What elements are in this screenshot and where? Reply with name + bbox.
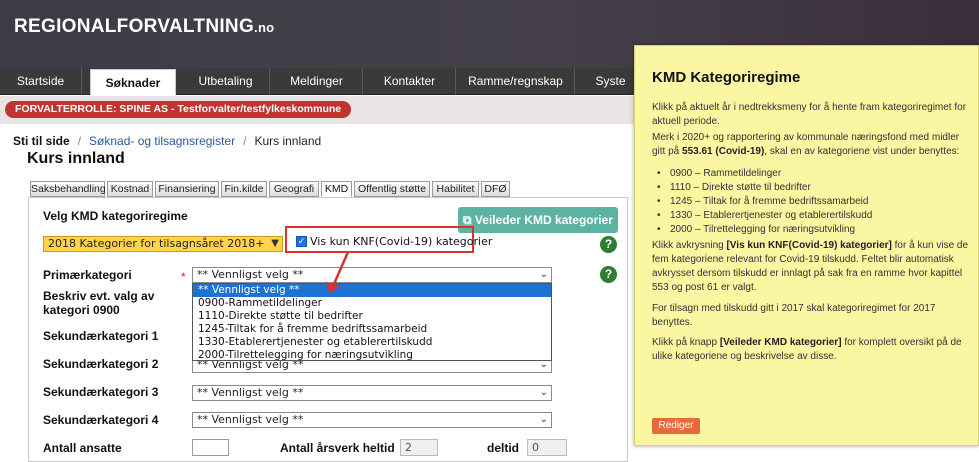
regime-select-value: 2018 Kategorier for tilsagnsåret 2018+ <box>48 237 265 250</box>
tab-fin-kilde[interactable]: Fin.kilde <box>221 181 267 197</box>
primary-select[interactable]: ** Vennligst velg ** ⌄ <box>192 267 552 283</box>
chevron-down-icon: ⌄ <box>539 269 548 280</box>
list-item: 1330 – Etablerertjenester og etablererti… <box>657 209 872 223</box>
dropdown-option[interactable]: 2000-Tilrettelegging for næringsutviklin… <box>193 349 551 362</box>
chevron-down-icon: ⌄ <box>539 414 548 425</box>
page-title: Kurs innland <box>27 150 125 167</box>
sek2-label: Sekundærkategori 2 <box>43 357 159 371</box>
tab-geografi[interactable]: Geografi <box>269 181 319 197</box>
list-item: 0900 – Rammetildelinger <box>657 167 872 181</box>
breadcrumb: Sti til side / Søknad- og tilsagnsregister… <box>13 134 321 148</box>
sek3-label: Sekundærkategori 3 <box>43 385 159 399</box>
deltid-label: deltid <box>487 441 519 455</box>
primary-dropdown-list[interactable]: ** Vennligst velg ** 0900-Rammetildeling… <box>192 283 552 361</box>
ansatte-input[interactable] <box>192 439 229 456</box>
popup-bold: [Vis kun KNF(Covid-19) kategorier] <box>726 240 892 251</box>
breadcrumb-link-register[interactable]: Søknad- og tilsagnsregister <box>89 134 235 148</box>
nav-tab-utbetaling[interactable]: Utbetaling <box>182 68 270 95</box>
popup-paragraph: Klikk på aktuelt år i nedtrekksmeny for … <box>652 102 967 127</box>
help-icon[interactable]: ? <box>600 236 617 253</box>
regime-label: Velg KMD kategoriregime <box>43 209 188 223</box>
breadcrumb-home: Sti til side <box>13 134 70 148</box>
tab-offentlig-stotte[interactable]: Offentlig støtte <box>354 181 430 197</box>
popup-text: , skal en av kategoriene vist under beny… <box>764 146 960 157</box>
popup-paragraph: For tilsagn med tilskudd gitt i 2017 ska… <box>652 303 936 328</box>
nav-tab-ramme-regnskap[interactable]: Ramme/regnskap <box>457 68 575 95</box>
sek1-label: Sekundærkategori 1 <box>43 329 159 343</box>
tab-saksbehandling[interactable]: Saksbehandling <box>30 181 106 197</box>
nav-tab-startside[interactable]: Startside <box>0 68 82 95</box>
dropdown-option[interactable]: 1110-Direkte støtte til bedrifter <box>193 310 551 323</box>
help-popup: KMD Kategoriregime Klikk på aktuelt år i… <box>634 45 979 446</box>
role-badge: FORVALTERROLLE: SPINE AS - Testforvalter… <box>5 101 352 118</box>
tab-finansiering[interactable]: Finansiering <box>155 181 219 197</box>
tab-kostnad[interactable]: Kostnad <box>107 181 153 197</box>
knf-checkbox-label[interactable]: Vis kun KNF(Covid-19) kategorier <box>310 235 492 248</box>
knf-checkbox[interactable]: ✓ <box>296 236 307 247</box>
nav-tab-soknader[interactable]: Søknader <box>90 69 176 95</box>
dropdown-option[interactable]: 1330-Etablerertjenester og etablerertils… <box>193 336 551 349</box>
nav-tab-meldinger[interactable]: Meldinger <box>271 68 363 95</box>
logo-main: REGIONALFORVALTNING <box>14 16 255 37</box>
beskriv-label: Beskriv evt. valg av kategori 0900 <box>43 289 154 317</box>
popup-paragraph: Klikk på knapp [Veileder KMD kategorier]… <box>652 336 970 364</box>
aarsverk-label: Antall årsverk heltid <box>280 441 395 455</box>
popup-title: KMD Kategoriregime <box>652 69 801 86</box>
external-link-icon: ⧉ <box>463 213 472 227</box>
sek3-select-value: ** Vennligst velg ** <box>197 386 304 399</box>
required-mark: * <box>181 270 186 284</box>
list-item: 2000 – Tilrettelegging for næringsutvikl… <box>657 223 872 237</box>
logo-suffix: .no <box>254 20 275 35</box>
breadcrumb-current: Kurs innland <box>254 134 322 148</box>
popup-text: Klikk avkrysning <box>652 240 727 251</box>
dropdown-option[interactable]: ** Vennligst velg ** <box>193 284 551 297</box>
veileder-kmd-label: Veileder KMD kategorier <box>474 213 613 227</box>
sek4-select-value: ** Vennligst velg ** <box>197 413 304 426</box>
dropdown-option[interactable]: 0900-Rammetildelinger <box>193 297 551 310</box>
popup-bold: [Veileder KMD kategorier] <box>719 337 842 348</box>
tab-habilitet[interactable]: Habilitet <box>432 181 479 197</box>
breadcrumb-separator: / <box>77 134 82 148</box>
aarsverk-input[interactable]: 2 <box>400 439 438 456</box>
tab-kmd[interactable]: KMD <box>321 181 352 197</box>
nav-tab-kontakter[interactable]: Kontakter <box>364 68 456 95</box>
veileder-kmd-button[interactable]: ⧉ Veileder KMD kategorier <box>458 207 618 233</box>
beskriv-label-line1: Beskriv evt. valg av <box>43 289 155 303</box>
list-item: 1245 – Tiltak for å fremme bedriftssamar… <box>657 195 872 209</box>
popup-bold: 553.61 (Covid-19) <box>682 146 765 157</box>
sek4-label: Sekundærkategori 4 <box>43 413 159 427</box>
list-item: 1110 – Direkte støtte til bedrifter <box>657 181 872 195</box>
primary-select-value: ** Vennligst velg ** <box>197 268 304 281</box>
beskriv-label-line2: kategori 0900 <box>43 303 120 317</box>
breadcrumb-separator: / <box>243 134 247 148</box>
dropdown-option[interactable]: 1245-Tiltak for å fremme bedriftssamarbe… <box>193 323 551 336</box>
tab-dfo[interactable]: DFØ <box>481 181 510 197</box>
chevron-down-icon: ▼ <box>271 238 279 249</box>
popup-paragraph: Merk i 2020+ og rapportering av kommunal… <box>652 131 970 159</box>
popup-text: Klikk på knapp <box>652 337 720 348</box>
regime-select[interactable]: 2018 Kategorier for tilsagnsåret 2018+ ▼ <box>43 236 283 252</box>
help-icon[interactable]: ? <box>600 266 617 283</box>
primary-label: Primærkategori <box>43 268 132 282</box>
annotation-arrow-icon <box>326 251 350 294</box>
ansatte-label: Antall ansatte <box>43 441 122 455</box>
sek3-select[interactable]: ** Vennligst velg ** ⌄ <box>192 385 552 401</box>
rediger-button[interactable]: Rediger <box>652 418 700 434</box>
deltid-input[interactable]: 0 <box>527 439 567 456</box>
popup-category-list: 0900 – Rammetildelinger 1110 – Direkte s… <box>657 167 872 237</box>
site-logo[interactable]: REGIONALFORVALTNING.no <box>14 16 274 38</box>
popup-paragraph: Klikk avkrysning [Vis kun KNF(Covid-19) … <box>652 239 970 295</box>
sek4-select[interactable]: ** Vennligst velg ** ⌄ <box>192 412 552 428</box>
chevron-down-icon: ⌄ <box>539 387 548 398</box>
